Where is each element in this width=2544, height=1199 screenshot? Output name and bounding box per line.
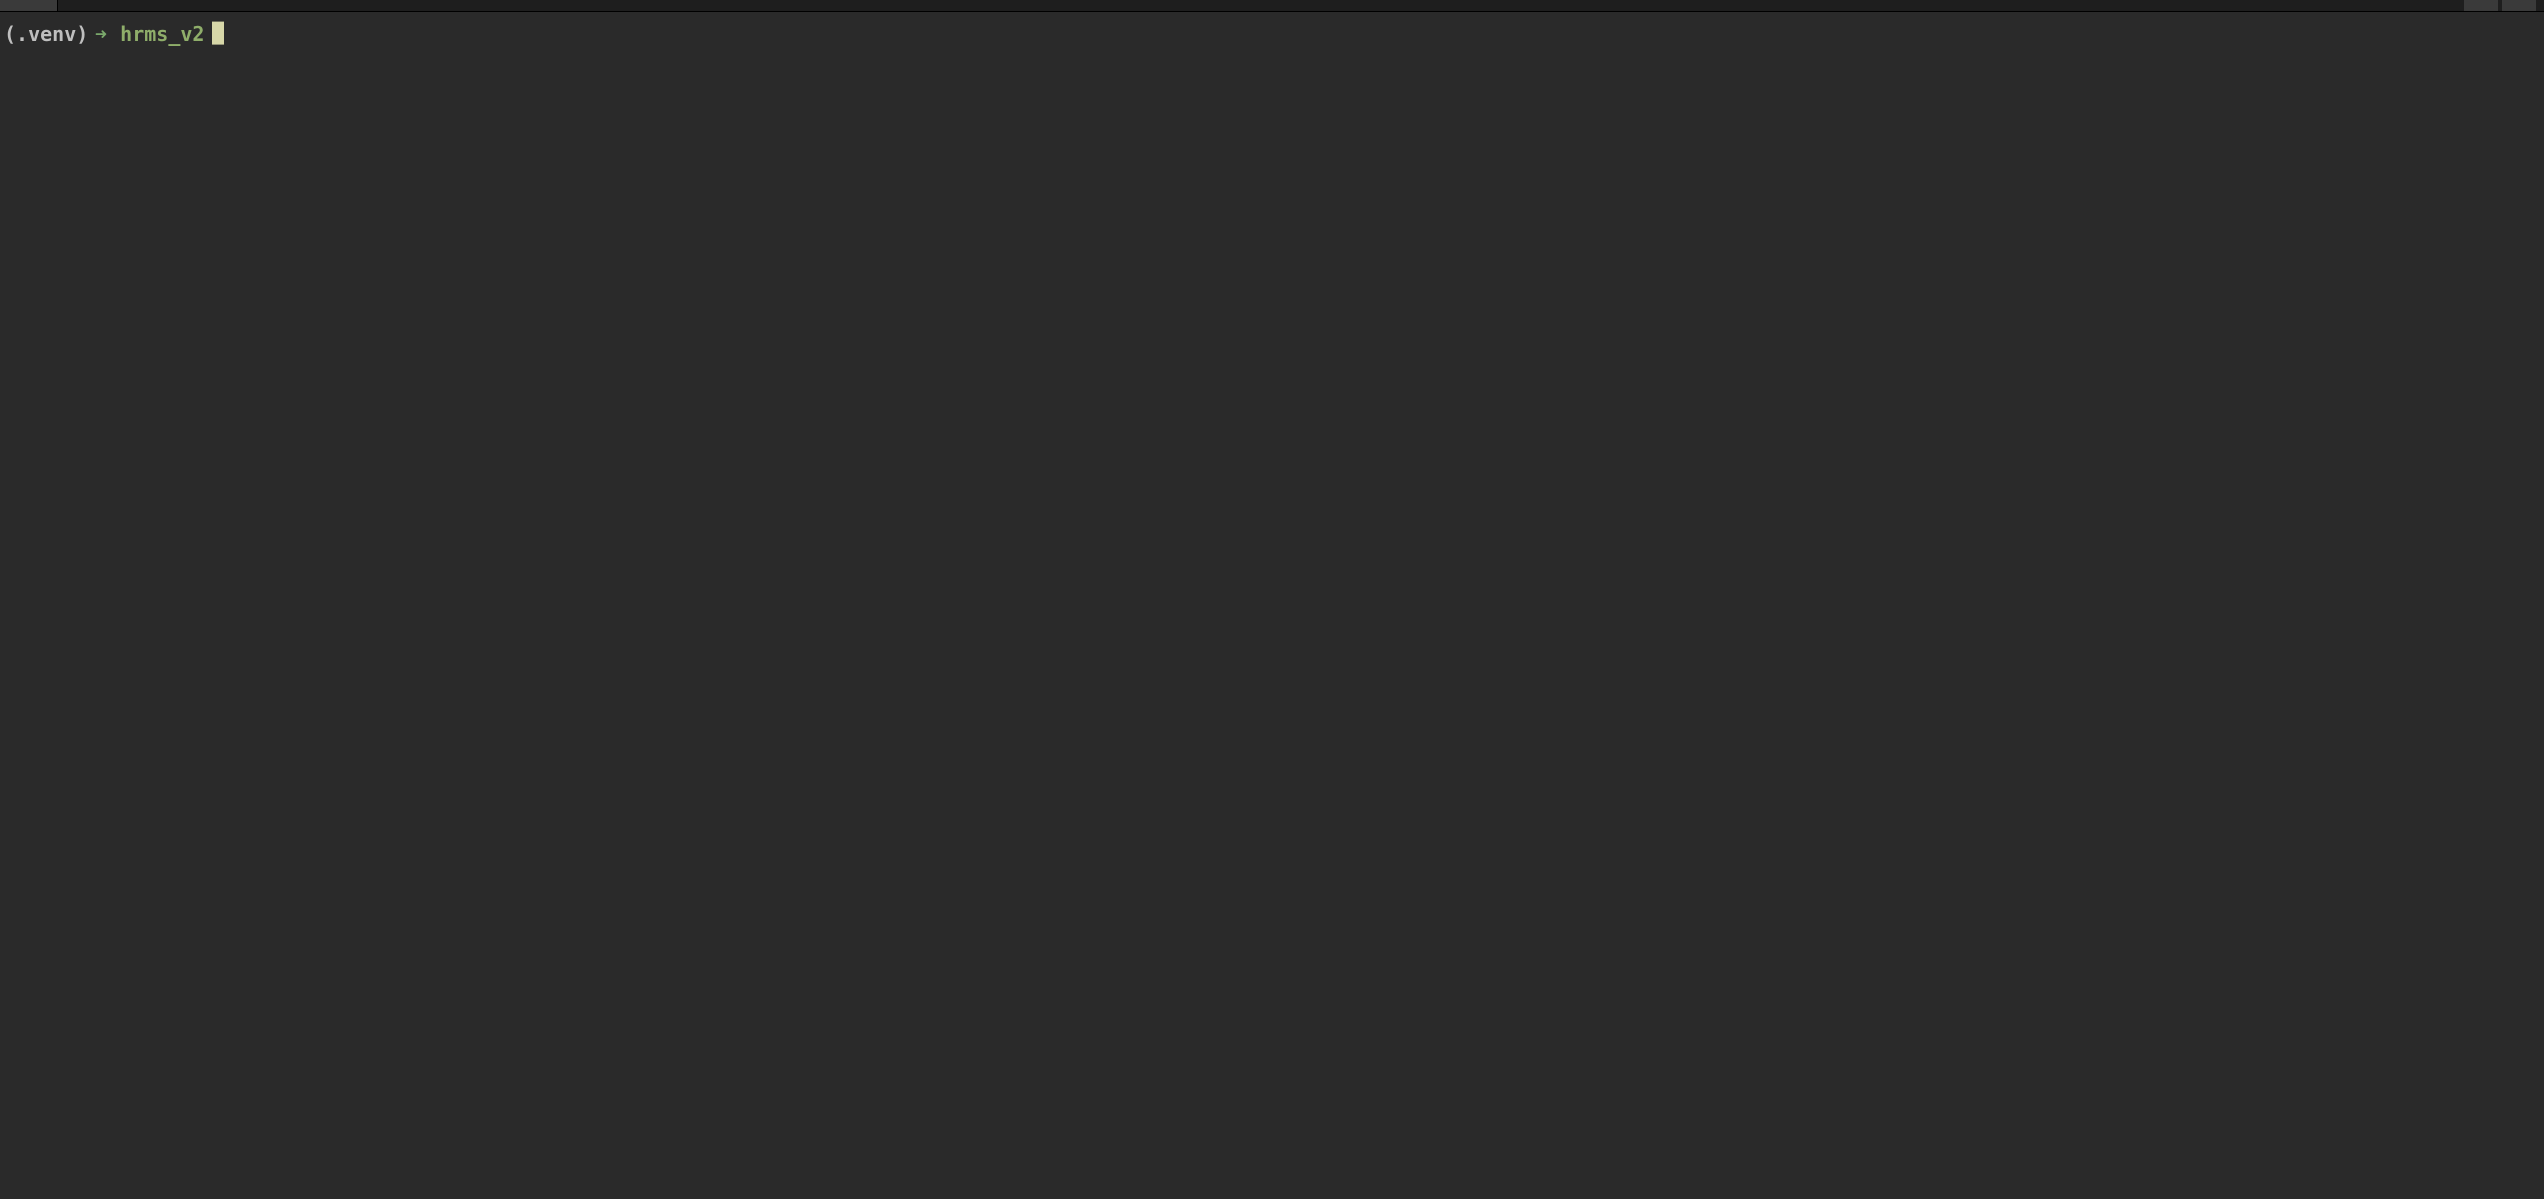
terminal-titlebar	[0, 0, 2544, 12]
prompt-arrow-icon: ➜	[95, 21, 107, 48]
window-control-button[interactable]	[2502, 0, 2536, 11]
prompt-directory: hrms_v2	[120, 21, 204, 48]
prompt-venv: (.venv)	[4, 21, 88, 48]
titlebar-tab[interactable]	[0, 0, 58, 11]
terminal-viewport[interactable]: (.venv) ➜ hrms_v2	[0, 12, 2544, 1199]
window-controls	[2464, 0, 2536, 11]
prompt-line: (.venv) ➜ hrms_v2	[4, 18, 2540, 48]
terminal-cursor	[212, 22, 224, 45]
window-control-button[interactable]	[2464, 0, 2498, 11]
